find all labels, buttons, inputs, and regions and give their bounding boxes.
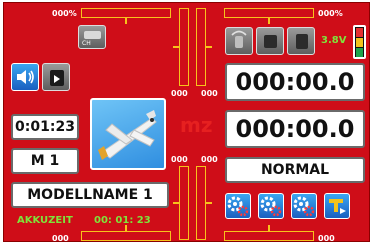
trim-center-left-lower-marker xyxy=(173,202,179,204)
receiver-icon[interactable]: CH xyxy=(78,25,106,49)
receiver-label: mz xyxy=(180,113,213,137)
telemetry-icon xyxy=(329,199,346,214)
trim-center-right-lower-marker xyxy=(206,202,212,204)
trim-bottom-right-value: 000 xyxy=(318,234,335,242)
flight-phase-value: NORMAL xyxy=(260,162,330,178)
model-timer-value: 0:01:23 xyxy=(15,119,75,135)
trim-center-right-upper-value: 000 xyxy=(201,89,218,98)
trim-top-left-value: 000% xyxy=(52,9,77,18)
trim-bottom-left-value: 000 xyxy=(52,234,69,242)
model-name-value: MODELLNAME 1 xyxy=(27,187,153,203)
timer-bottom-value: 000:00.0 xyxy=(235,115,355,143)
flight-phase-box[interactable]: NORMAL xyxy=(225,157,365,183)
play-icon xyxy=(54,75,60,83)
gear-icon-3 xyxy=(293,196,315,217)
sdcard-icon[interactable] xyxy=(287,27,315,55)
settings-gear-2-button[interactable] xyxy=(258,193,284,219)
trim-center-right-lower-value: 000 xyxy=(201,155,218,164)
module-icon-body xyxy=(264,35,277,48)
settings-gear-3-button[interactable] xyxy=(291,193,317,219)
trim-center-left-lower-value: 000 xyxy=(171,155,188,164)
trim-center-left-upper-value: 000 xyxy=(171,89,188,98)
media-icon[interactable] xyxy=(42,63,70,91)
receiver-icon-label: CH xyxy=(82,40,91,47)
trim-bottom-right-bar[interactable] xyxy=(224,231,314,241)
settings-gear-1-button[interactable] xyxy=(225,193,251,219)
battery-time-label: AKKUZEIT xyxy=(17,215,73,226)
battery-time-value: 00: 01: 23 xyxy=(94,215,151,226)
receiver-icon-body xyxy=(84,31,101,39)
trim-center-left-upper-marker xyxy=(173,46,179,48)
gear-icon-2 xyxy=(260,196,282,217)
telemetry-button[interactable] xyxy=(324,193,350,219)
timer-bottom[interactable]: 000:00.0 xyxy=(225,110,365,148)
battery-level-green xyxy=(356,48,363,57)
battery-icon xyxy=(353,25,366,59)
trim-top-right-marker xyxy=(268,18,270,24)
trim-bottom-left-bar[interactable] xyxy=(81,231,171,241)
timer-top-value: 000:00.0 xyxy=(235,68,355,96)
model-name-box[interactable]: MODELLNAME 1 xyxy=(11,182,169,208)
battery-voltage: 3.8V xyxy=(321,35,347,46)
trim-center-right-lower-bar[interactable] xyxy=(196,166,206,240)
speaker-icon[interactable] xyxy=(11,63,39,91)
trim-center-right-upper-bar[interactable] xyxy=(196,8,206,86)
antenna-icon[interactable] xyxy=(225,27,253,55)
model-image xyxy=(90,98,166,170)
gear-icon-1 xyxy=(227,196,249,217)
module-icon[interactable] xyxy=(256,27,284,55)
trim-bottom-right-marker xyxy=(268,225,270,231)
transmitter-display: 000% 000% 000 000 000 000 000 000 CH 3.8… xyxy=(3,2,370,242)
trim-top-right-bar[interactable] xyxy=(224,8,314,18)
model-timer-box[interactable]: 0:01:23 xyxy=(11,114,79,140)
trim-center-left-lower-bar[interactable] xyxy=(179,166,189,240)
timer-top[interactable]: 000:00.0 xyxy=(225,63,365,101)
antenna-icon-glyph xyxy=(231,30,247,48)
model-memory-value: M 1 xyxy=(30,153,60,169)
trim-top-left-marker xyxy=(125,18,127,24)
speaker-icon-glyph xyxy=(17,70,34,84)
sdcard-icon-body xyxy=(296,34,308,49)
trim-top-right-value: 000% xyxy=(318,9,343,18)
trim-center-right-upper-marker xyxy=(206,46,212,48)
battery-level-red xyxy=(356,28,363,37)
trim-top-left-bar[interactable] xyxy=(81,8,171,18)
airplane-icon xyxy=(98,110,157,160)
battery-level-yellow xyxy=(356,38,363,47)
trim-center-left-upper-bar[interactable] xyxy=(179,8,189,86)
model-memory-box[interactable]: M 1 xyxy=(11,148,79,174)
